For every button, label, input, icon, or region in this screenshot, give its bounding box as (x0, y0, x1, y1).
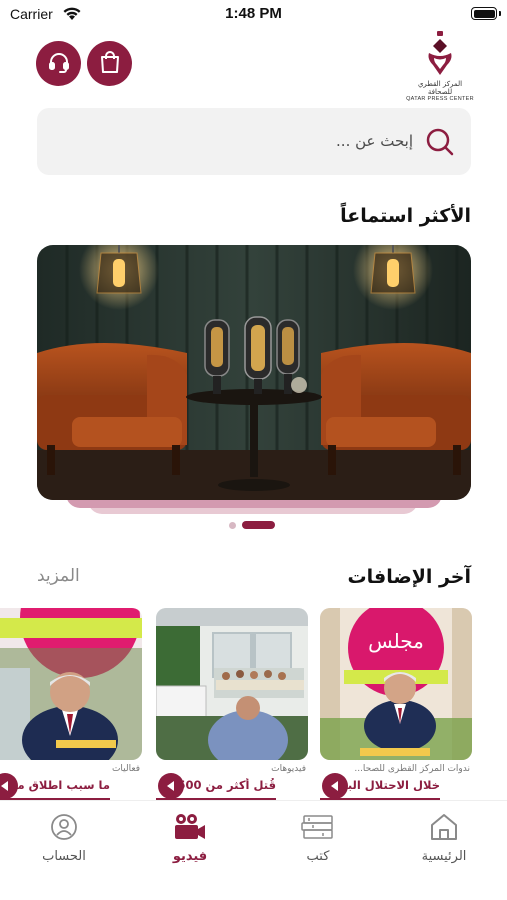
search-bar[interactable] (37, 108, 471, 175)
nav-item-home[interactable]: الرئيسية (394, 809, 494, 864)
video-card[interactable]: فعاليات ما سبب اطلاق مصط... (0, 608, 142, 800)
shopping-bag-icon (99, 50, 121, 78)
play-button[interactable] (0, 773, 18, 799)
play-icon (167, 781, 174, 791)
nav-item-account[interactable]: الحساب (14, 809, 114, 864)
nav-item-books[interactable]: كتب (268, 809, 368, 864)
logo-arabic-text: المركز القطري للصحافة (417, 80, 463, 96)
most-listened-banner[interactable] (37, 245, 471, 500)
search-icon[interactable] (425, 127, 455, 161)
card-category: فيديوهات (271, 764, 306, 774)
card-thumbnail: مجلس (320, 608, 472, 760)
nav-item-video[interactable]: فيديو (140, 809, 240, 864)
svg-text:مجلس: مجلس (368, 629, 424, 653)
video-camera-icon (140, 809, 240, 845)
card-thumbnail (0, 608, 142, 760)
card-thumbnail (156, 608, 308, 760)
home-icon (394, 809, 494, 845)
battery-icon (471, 7, 497, 20)
headset-icon (47, 50, 71, 78)
logo-mark-icon (428, 31, 452, 75)
books-icon (268, 809, 368, 845)
play-icon (1, 781, 8, 791)
nav-label-home: الرئيسية (421, 849, 467, 864)
card-category: فعاليات (111, 764, 140, 774)
qatar-press-center-logo: المركز القطري للصحافة QATAR PRESS CENTER (405, 31, 475, 102)
podcast-studio-image (37, 245, 471, 500)
status-time: 1:48 PM (225, 5, 282, 22)
play-button[interactable] (322, 773, 348, 799)
most-listened-title: الأكثر استماعاً (340, 205, 471, 227)
latest-additions-title: آخر الإضافات (347, 566, 471, 588)
video-card[interactable]: مجلس ندوات المركز القطرى للصحا... خلال ا… (320, 608, 472, 800)
video-card[interactable]: فيديوهات قُتل أكثر من 500 صـ... (156, 608, 308, 800)
nav-label-account: الحساب (42, 849, 86, 864)
nav-label-books: كتب (306, 849, 330, 864)
search-input[interactable] (113, 128, 413, 154)
more-link[interactable]: المزيد (37, 566, 80, 586)
card-category: ندوات المركز القطرى للصحا... (354, 764, 470, 774)
support-button[interactable] (36, 41, 81, 86)
carousel-dot-active[interactable] (242, 521, 275, 529)
carousel-dot[interactable] (229, 521, 236, 529)
carousel-indicator (229, 520, 275, 530)
play-icon (331, 781, 338, 791)
logo-english-text: QATAR PRESS CENTER (406, 96, 474, 102)
user-icon (14, 809, 114, 845)
cart-button[interactable] (87, 41, 132, 86)
nav-label-video: فيديو (172, 849, 208, 864)
play-button[interactable] (158, 773, 184, 799)
status-bar: Carrier 1:48 PM (0, 0, 507, 30)
bottom-navigation: الرئيسية كتب فيديو الحساب (0, 800, 507, 900)
